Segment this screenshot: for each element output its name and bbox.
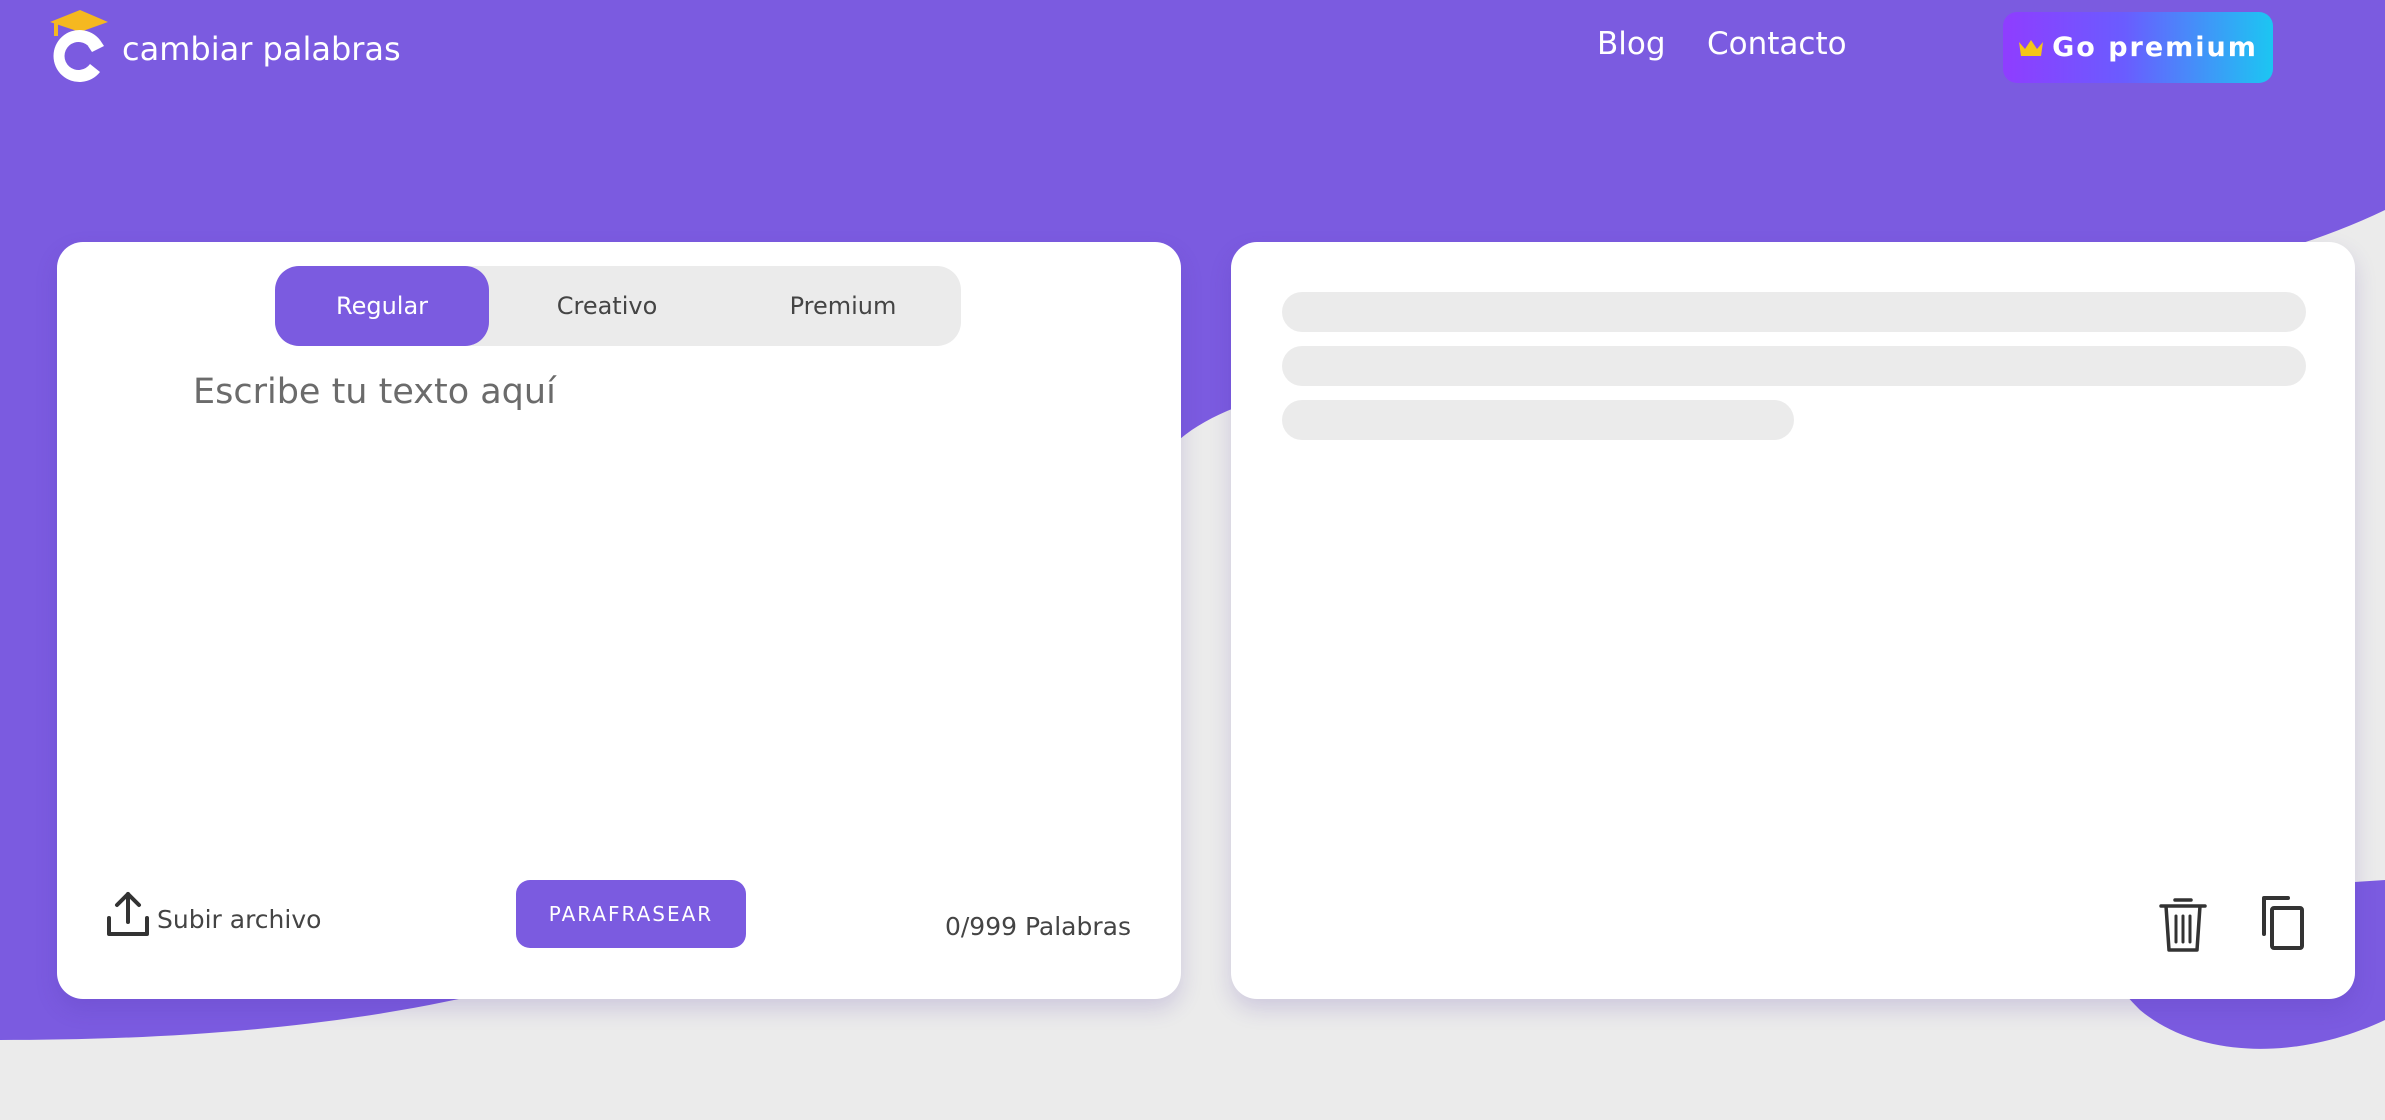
tab-creativo[interactable]: Creativo <box>489 266 725 346</box>
page: cambiar palabras Blog Contacto Go premiu… <box>0 0 2385 1120</box>
text-input[interactable] <box>193 372 1093 792</box>
crown-icon <box>2018 38 2044 58</box>
loading-skeleton-line <box>1282 346 2306 386</box>
tab-premium[interactable]: Premium <box>725 266 961 346</box>
paraphrase-button[interactable]: PARAFRASEAR <box>516 880 746 948</box>
mode-switch: Regular Creativo Premium <box>275 266 961 346</box>
word-count: 0/999 Palabras <box>944 912 1131 941</box>
nav-blog-link[interactable]: Blog <box>1597 26 1666 62</box>
copy-icon[interactable] <box>2258 894 2308 956</box>
output-card <box>1231 242 2355 999</box>
go-premium-label: Go premium <box>2052 32 2258 63</box>
loading-skeleton-line <box>1282 292 2306 332</box>
go-premium-button[interactable]: Go premium <box>2003 12 2273 83</box>
upload-file-button[interactable]: Subir archivo <box>105 890 321 938</box>
trash-icon[interactable] <box>2157 894 2209 958</box>
nav-contact-link[interactable]: Contacto <box>1707 26 1847 62</box>
upload-label: Subir archivo <box>157 905 322 934</box>
input-card: Regular Creativo Premium Subir archivo P… <box>57 242 1181 999</box>
loading-skeleton-line <box>1282 400 1794 440</box>
tab-regular[interactable]: Regular <box>275 266 489 346</box>
logo-mark-icon <box>50 10 108 83</box>
logo[interactable]: cambiar palabras <box>42 6 401 88</box>
upload-icon <box>107 892 149 936</box>
logo-text: cambiar palabras <box>122 30 401 68</box>
